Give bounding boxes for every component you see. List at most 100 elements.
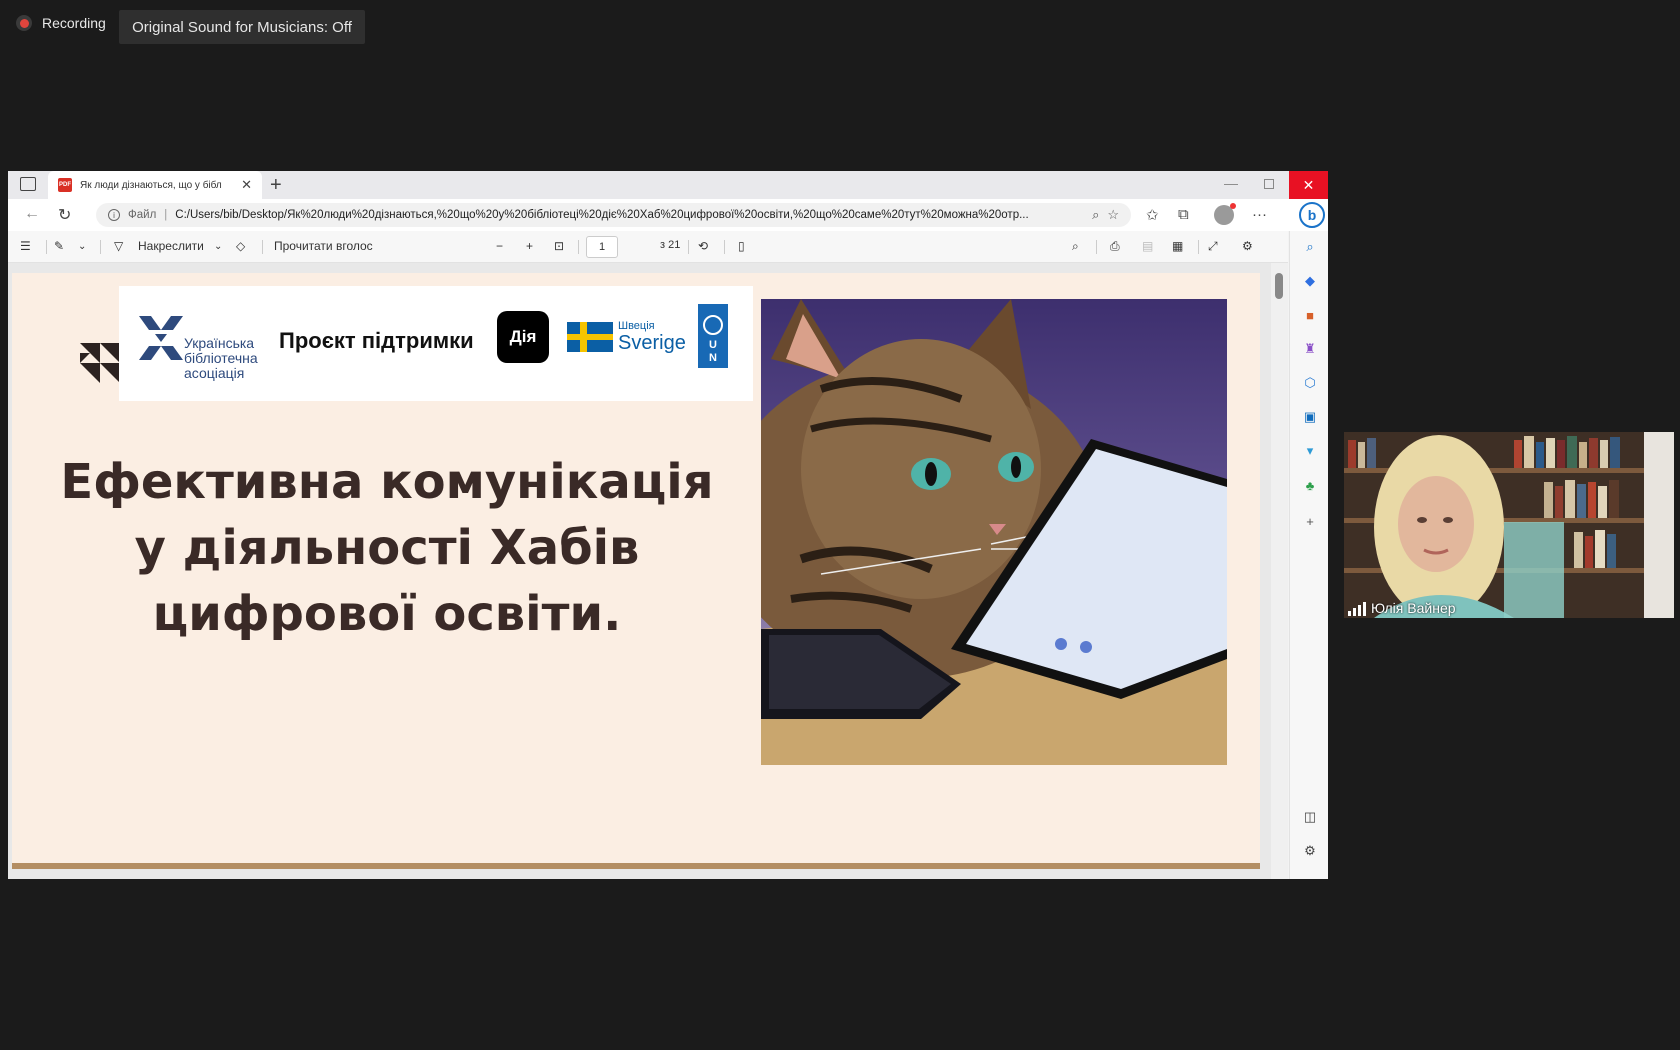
scroll-thumb[interactable] bbox=[1275, 273, 1283, 299]
omnibox[interactable]: i Файл | C:/Users/bib/Desktop/Як%20люди%… bbox=[96, 203, 1131, 227]
un-globe-icon bbox=[703, 315, 723, 335]
zoom-out-icon[interactable]: − bbox=[496, 239, 503, 253]
sweden-flag-icon bbox=[567, 322, 613, 352]
settings-gear-icon[interactable]: ⚙ bbox=[1302, 843, 1318, 859]
tab-pdf[interactable]: PDF Як люди дізнаються, що у бібл ✕ bbox=[48, 171, 262, 199]
signal-strength-icon bbox=[1348, 602, 1366, 616]
tab-actions-icon[interactable] bbox=[20, 177, 36, 191]
page-number-input[interactable]: 1 bbox=[586, 236, 618, 258]
refresh-icon[interactable]: ↻ bbox=[58, 205, 71, 225]
more-icon[interactable]: ··· bbox=[1252, 206, 1267, 223]
participant-name-tag: Юлія Вайнер bbox=[1348, 600, 1456, 616]
add-icon[interactable]: + bbox=[1302, 513, 1318, 529]
back-icon[interactable]: ← bbox=[24, 205, 40, 223]
draw-icon[interactable]: ▽ bbox=[114, 239, 123, 253]
eraser-icon[interactable]: ◇ bbox=[236, 239, 245, 253]
outlook-icon[interactable]: ▣ bbox=[1302, 409, 1318, 425]
original-sound-button[interactable]: Original Sound for Musicians: Off bbox=[119, 10, 365, 44]
read-aloud-button[interactable]: Прочитати вголос bbox=[274, 239, 373, 253]
search-icon[interactable]: ⌕ bbox=[1302, 239, 1318, 255]
save-as-icon[interactable]: ▦ bbox=[1172, 239, 1183, 253]
profile-avatar[interactable] bbox=[1214, 203, 1236, 225]
uba-line: Українська bbox=[184, 335, 255, 351]
page-total: з 21 bbox=[660, 239, 681, 251]
slide-bottom-strip bbox=[12, 863, 1260, 869]
recording-label: Recording bbox=[42, 15, 106, 31]
undp-logo: U N bbox=[698, 304, 728, 368]
minimize-button[interactable]: — bbox=[1224, 175, 1238, 191]
address-bar: ← ↻ i Файл | C:/Users/bib/Desktop/Як%20л… bbox=[8, 199, 1328, 231]
recording-indicator[interactable]: Recording bbox=[16, 15, 106, 31]
settings-gear-icon[interactable]: ⚙ bbox=[1242, 239, 1253, 253]
participant-video[interactable]: Юлія Вайнер bbox=[1344, 432, 1674, 618]
edge-sidebar: ⌕ ◆ ■ ♜ ⬡ ▣ ▾ ♣ + ◫ ⚙ bbox=[1289, 231, 1328, 879]
zoom-in-icon[interactable]: + bbox=[526, 239, 533, 253]
close-window-button[interactable]: ✕ bbox=[1289, 171, 1328, 199]
divider bbox=[1096, 240, 1097, 254]
divider bbox=[100, 240, 101, 254]
divider bbox=[578, 240, 579, 254]
slide-title: Ефективна комунікація у діяльності Хабів… bbox=[60, 454, 714, 642]
divider bbox=[262, 240, 263, 254]
contents-icon[interactable]: ☰ bbox=[20, 239, 31, 253]
collections-icon[interactable]: ⧉ bbox=[1178, 206, 1189, 223]
bing-icon[interactable]: b bbox=[1299, 202, 1325, 228]
highlight-icon[interactable]: ✎ bbox=[54, 239, 64, 253]
uba-line: асоціація bbox=[184, 365, 245, 381]
microsoft365-icon[interactable]: ⬡ bbox=[1302, 375, 1318, 391]
divider bbox=[46, 240, 47, 254]
pdf-icon: PDF bbox=[58, 178, 72, 192]
zoom-icon[interactable]: ⌕ bbox=[1092, 207, 1099, 223]
file-label: Файл bbox=[128, 209, 157, 221]
search-icon[interactable]: ⌕ bbox=[1072, 239, 1079, 254]
favorites-icon[interactable]: ✩ bbox=[1146, 206, 1159, 224]
tab-title: Як люди дізнаються, що у бібл bbox=[80, 179, 222, 191]
participant-name: Юлія Вайнер bbox=[1371, 600, 1456, 616]
url-text[interactable]: C:/Users/bib/Desktop/Як%20люди%20дізнают… bbox=[175, 209, 1084, 221]
divider bbox=[1198, 240, 1199, 254]
uba-logo-text: Українська бібліотечна асоціація bbox=[184, 336, 258, 381]
record-icon bbox=[16, 15, 32, 31]
divider: | bbox=[164, 209, 168, 221]
sidebar-toggle-icon[interactable]: ◫ bbox=[1302, 809, 1318, 825]
divider bbox=[688, 240, 689, 254]
new-tab-button[interactable]: + bbox=[270, 174, 282, 197]
print-icon[interactable]: ⎙ bbox=[1110, 239, 1120, 254]
undp-letter: U bbox=[709, 339, 717, 351]
pdf-slide: Українська бібліотечна асоціація Проєкт … bbox=[12, 273, 1260, 869]
drop-icon[interactable]: ▾ bbox=[1302, 443, 1318, 459]
favorite-star-icon[interactable]: ☆ bbox=[1107, 207, 1119, 223]
maximize-button[interactable] bbox=[1264, 179, 1274, 189]
chevron-down-icon[interactable]: ⌄ bbox=[78, 241, 86, 252]
undp-letter: N bbox=[709, 352, 717, 364]
tree-icon[interactable]: ♣ bbox=[1302, 477, 1318, 493]
fullscreen-icon[interactable]: ⤢ bbox=[1208, 239, 1218, 254]
rotate-icon[interactable]: ⟲ bbox=[698, 239, 708, 253]
triangle-pattern-icon bbox=[80, 343, 120, 383]
info-icon[interactable]: i bbox=[108, 209, 120, 221]
sweden-big-text: Sverige bbox=[618, 332, 686, 354]
uba-logo-icon bbox=[139, 316, 183, 360]
chevron-down-icon[interactable]: ⌄ bbox=[214, 241, 222, 252]
project-support-text: Проєкт підтримки bbox=[279, 328, 474, 353]
save-icon[interactable]: ▤ bbox=[1142, 239, 1153, 253]
tab-close-icon[interactable]: ✕ bbox=[241, 177, 252, 193]
draw-button[interactable]: Накреслити bbox=[138, 239, 204, 253]
page-view-icon[interactable]: ▯ bbox=[738, 239, 745, 253]
pdf-toolbar: ☰ ✎ ⌄ ▽ Накреслити ⌄ ◇ Прочитати вголос … bbox=[8, 231, 1288, 263]
document-area: Українська бібліотечна асоціація Проєкт … bbox=[8, 263, 1288, 879]
divider bbox=[724, 240, 725, 254]
uba-line: бібліотечна bbox=[184, 350, 258, 366]
browser-window: PDF Як люди дізнаються, що у бібл ✕ + — … bbox=[8, 171, 1328, 879]
tools-briefcase-icon[interactable]: ■ bbox=[1302, 307, 1318, 323]
diia-logo: Дія bbox=[497, 311, 549, 363]
zoom-top-bar: Recording Original Sound for Musicians: … bbox=[0, 0, 1680, 50]
partner-logos: Українська бібліотечна асоціація Проєкт … bbox=[119, 286, 753, 401]
sweden-small-text: Швеція bbox=[618, 320, 655, 332]
shopping-tag-icon[interactable]: ◆ bbox=[1302, 273, 1318, 289]
games-icon[interactable]: ♜ bbox=[1302, 341, 1318, 357]
vertical-scrollbar[interactable] bbox=[1271, 263, 1288, 879]
fit-page-icon[interactable]: ⊡ bbox=[554, 239, 564, 253]
cat-with-phones-image bbox=[761, 299, 1227, 765]
tab-bar: PDF Як люди дізнаються, що у бібл ✕ + — … bbox=[8, 171, 1328, 199]
